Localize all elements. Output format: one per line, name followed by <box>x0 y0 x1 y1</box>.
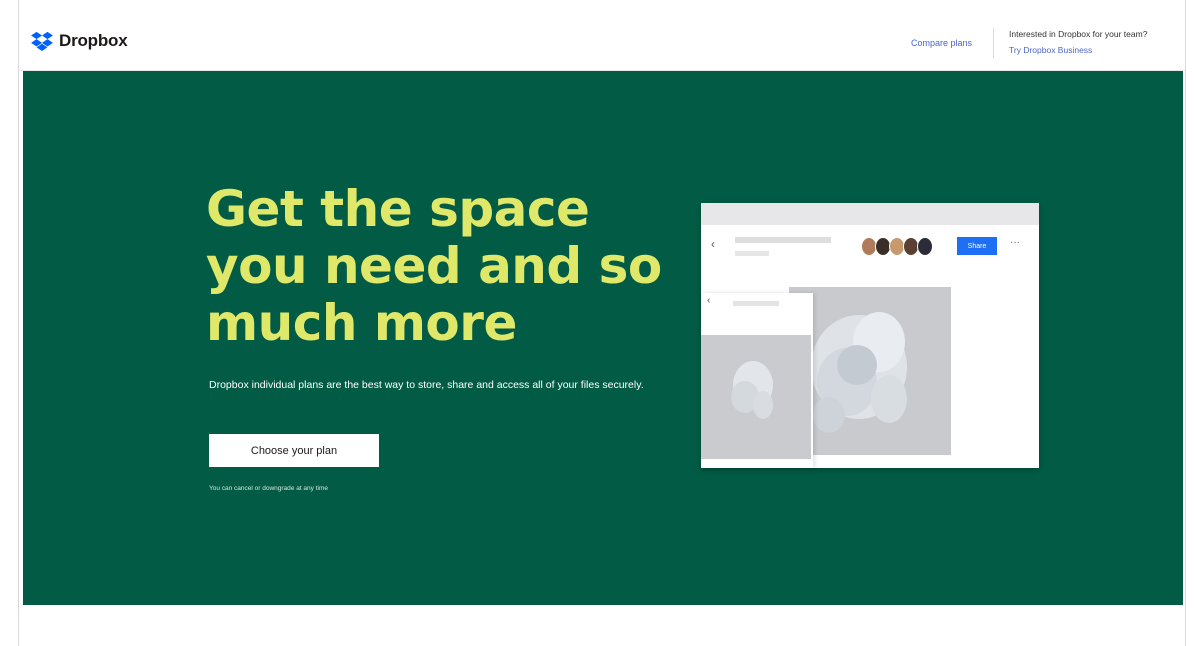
product-preview-image: ‹ Share ··· ‹ <box>701 203 1039 468</box>
chevron-left-icon: ‹ <box>707 295 711 306</box>
preview-file-title <box>735 237 831 243</box>
preview-titlebar <box>701 203 1039 225</box>
try-business-link[interactable]: Try Dropbox Business <box>1009 42 1189 58</box>
share-button: Share <box>957 237 997 255</box>
preview-file-meta <box>735 251 769 256</box>
dropbox-logo[interactable]: Dropbox <box>31 31 128 51</box>
chevron-left-icon: ‹ <box>711 237 715 251</box>
sculpture-thumbnail <box>731 361 773 419</box>
choose-plan-button[interactable]: Choose your plan <box>209 434 379 467</box>
hero-section: Get the space you need and so much more … <box>23 71 1183 605</box>
sculpture-illustration <box>811 312 907 433</box>
hero-subcopy: Dropbox individual plans are the best wa… <box>209 379 644 391</box>
avatar <box>917 237 933 256</box>
collaborator-avatars <box>861 237 933 256</box>
top-navigation: Dropbox Compare plans Interested in Drop… <box>19 28 1185 71</box>
sculpture-image-small <box>701 335 811 459</box>
hero-headline: Get the space you need and so much more <box>206 180 662 352</box>
preview-side-panel: ‹ <box>701 293 813 468</box>
side-panel-title <box>733 301 779 306</box>
compare-plans-link[interactable]: Compare plans <box>911 38 972 48</box>
business-promo-text: Interested in Dropbox for your team? <box>1009 29 1148 39</box>
business-promo: Interested in Dropbox for your team? Try… <box>1009 26 1189 58</box>
nav-divider <box>993 28 994 58</box>
dropbox-logo-icon <box>31 31 53 51</box>
browser-page: Dropbox Compare plans Interested in Drop… <box>18 0 1186 646</box>
page-below-hero <box>19 605 1185 646</box>
logo-text: Dropbox <box>59 31 128 50</box>
top-strip <box>19 0 1185 29</box>
more-horizontal-icon: ··· <box>1010 237 1020 248</box>
sculpture-image-large <box>789 287 951 455</box>
cancel-note: You can cancel or downgrade at any time <box>209 485 329 492</box>
